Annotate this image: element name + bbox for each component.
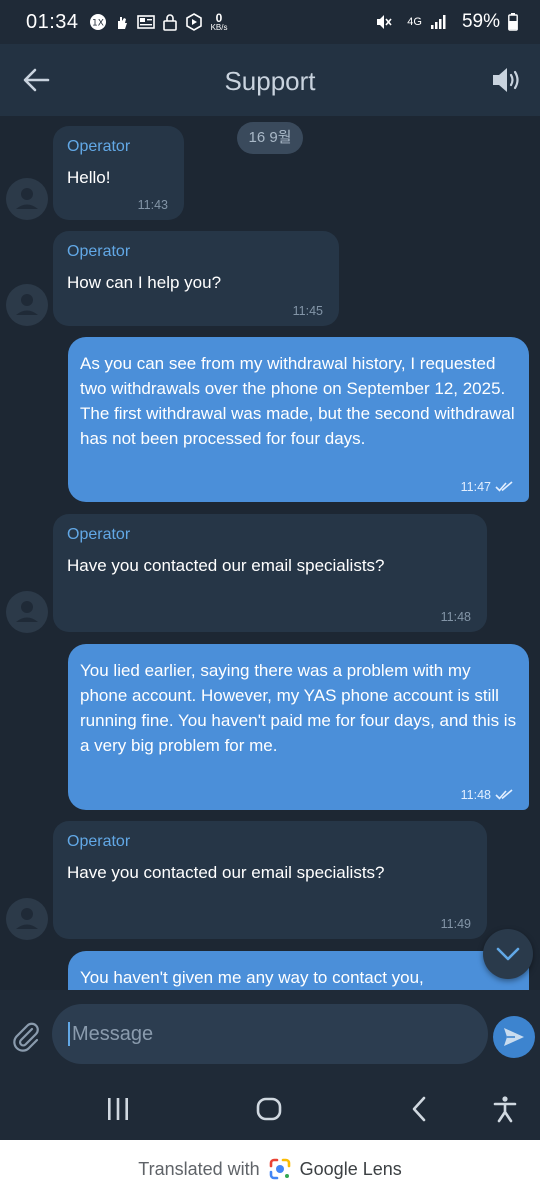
message-bubble-outgoing[interactable]: You lied earlier, saying there was a pro…: [68, 644, 529, 810]
paperclip-icon[interactable]: [10, 1020, 42, 1052]
mute-icon: [377, 15, 392, 29]
text-caret: [68, 1022, 70, 1046]
back-nav-icon[interactable]: [405, 1094, 435, 1124]
translation-footer: Translated with Google Lens: [0, 1140, 540, 1198]
status-bar: 01:34 1X 0 KB/s 4G 59%: [0, 0, 540, 44]
battery-percent: 59%: [461, 11, 500, 32]
home-icon[interactable]: [254, 1094, 284, 1124]
date-chip: 16 9월: [237, 122, 303, 154]
message-time: 11:43: [137, 198, 168, 212]
google-lens-icon: [269, 1158, 290, 1180]
message-placeholder: Message: [72, 1022, 154, 1045]
vpn-notification-icon: [185, 13, 202, 31]
message-text: Have you contacted our email specialists…: [67, 556, 385, 575]
send-button[interactable]: [493, 1016, 535, 1058]
network-speed: 0 KB/s: [210, 11, 228, 32]
chat-header: Support: [0, 44, 540, 116]
recent-apps-icon[interactable]: [103, 1094, 133, 1124]
network-type: 4G: [407, 16, 422, 28]
status-time: 01:34: [26, 10, 79, 33]
message-text: Hello!: [67, 168, 111, 187]
avatar[interactable]: [6, 284, 48, 326]
message-sender: Operator: [67, 243, 131, 260]
translated-with-label: Translated with: [138, 1158, 260, 1179]
message-text: You haven't given me any way to contact …: [80, 968, 424, 987]
message-input-bar: Message: [0, 990, 540, 1078]
message-bubble-incoming[interactable]: Operator Hello! 11:43: [53, 126, 184, 220]
message-time: 11:45: [292, 304, 323, 318]
message-sender: Operator: [67, 833, 131, 850]
message-time: 11:47: [460, 480, 491, 494]
lock-notification-icon: [162, 14, 177, 31]
message-time: 11:48: [460, 788, 491, 802]
system-nav-bar: [0, 1078, 540, 1140]
message-sender: Operator: [67, 138, 131, 155]
avatar[interactable]: [6, 591, 48, 633]
signal-icon: [430, 15, 446, 29]
scroll-down-button[interactable]: [483, 929, 533, 979]
speaker-icon[interactable]: [490, 64, 522, 96]
svg-text:1X: 1X: [92, 19, 104, 29]
message-text: Have you contacted our email specialists…: [67, 863, 385, 882]
app-notification-icon: 1X: [89, 14, 106, 30]
message-time: 11:49: [440, 917, 471, 931]
message-bubble-outgoing[interactable]: You haven't given me any way to contact …: [68, 951, 529, 990]
chevron-down-icon: [496, 947, 520, 961]
message-bubble-incoming[interactable]: Operator How can I help you? 11:45: [53, 231, 339, 326]
news-notification-icon: [136, 15, 155, 29]
avatar[interactable]: [6, 898, 48, 940]
double-check-icon: [495, 481, 513, 492]
message-time-wrap: 11:47: [461, 480, 513, 494]
user-avatar-icon: [16, 908, 38, 929]
message-text: As you can see from my withdrawal histor…: [80, 354, 515, 448]
google-lens-label: Google Lens: [299, 1158, 402, 1179]
message-time-wrap: 11:48: [461, 788, 513, 802]
message-text: How can I help you?: [67, 273, 222, 292]
page-title: Support: [224, 66, 316, 96]
accessibility-icon[interactable]: [490, 1094, 520, 1124]
hand-notification-icon: [117, 17, 127, 29]
message-time: 11:48: [440, 610, 471, 624]
avatar[interactable]: [6, 178, 48, 220]
chat-messages[interactable]: 16 9월 Operator Hello! 11:43 Operator How…: [0, 116, 540, 990]
user-avatar-icon: [16, 188, 38, 209]
battery-icon: [508, 13, 518, 31]
message-text: You lied earlier, saying there was a pro…: [80, 661, 517, 755]
message-bubble-incoming[interactable]: Operator Have you contacted our email sp…: [53, 514, 487, 632]
message-sender: Operator: [67, 526, 131, 543]
double-check-icon: [495, 789, 513, 800]
message-bubble-outgoing[interactable]: As you can see from my withdrawal histor…: [68, 337, 529, 502]
user-avatar-icon: [16, 601, 38, 622]
user-avatar-icon: [16, 294, 38, 315]
message-input[interactable]: Message: [52, 1004, 488, 1064]
send-icon: [504, 1028, 524, 1046]
message-bubble-incoming[interactable]: Operator Have you contacted our email sp…: [53, 821, 487, 939]
